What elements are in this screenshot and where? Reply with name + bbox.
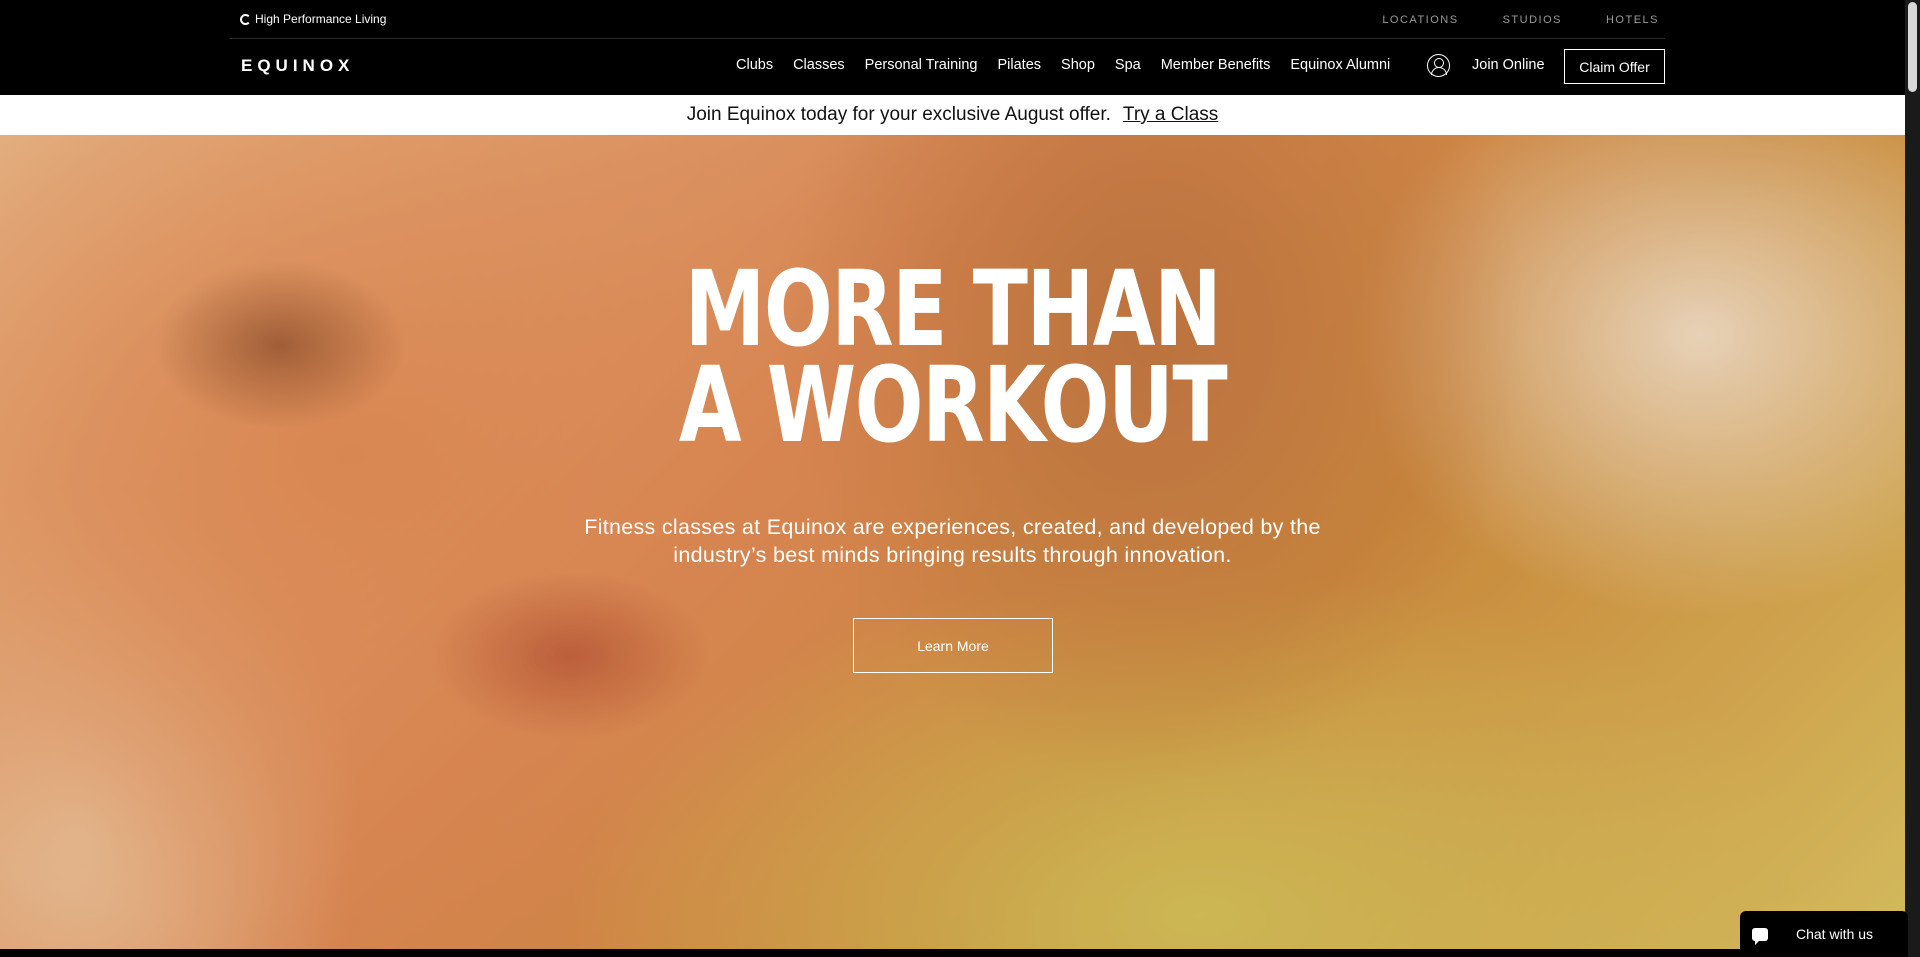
hero-title-line-1: MORE THAN	[684, 248, 1222, 370]
try-a-class-link[interactable]: Try a Class	[1123, 104, 1218, 126]
circle-logo-icon	[240, 13, 251, 25]
main-nav: EQUINOX Clubs Classes Personal Training …	[0, 39, 1905, 95]
hotels-link[interactable]: HOTELS	[1606, 14, 1659, 26]
scrollbar-thumb[interactable]	[1908, 2, 1917, 92]
promo-text: Join Equinox today for your exclusive Au…	[686, 104, 1111, 125]
nav-links: Clubs Classes Personal Training Pilates …	[736, 57, 1390, 73]
nav-item-pilates[interactable]: Pilates	[998, 57, 1042, 73]
studios-link[interactable]: STUDIOS	[1503, 14, 1562, 26]
hero-description: Fitness classes at Equinox are experienc…	[0, 513, 1905, 569]
nav-item-spa[interactable]: Spa	[1115, 57, 1141, 73]
utility-bar: High Performance Living LOCATIONS STUDIO…	[0, 0, 1905, 39]
utility-links: LOCATIONS STUDIOS HOTELS	[1382, 14, 1659, 26]
nav-item-personal-training[interactable]: Personal Training	[865, 57, 978, 73]
bottom-strip	[0, 949, 1905, 957]
hero-section: MORE THAN A WORKOUT Fitness classes at E…	[0, 135, 1905, 949]
hero-description-line-1: Fitness classes at Equinox are experienc…	[584, 515, 1321, 539]
tagline-text: High Performance Living	[255, 12, 387, 26]
tagline[interactable]: High Performance Living	[240, 12, 386, 26]
nav-item-clubs[interactable]: Clubs	[736, 57, 773, 73]
learn-more-button[interactable]: Learn More	[853, 618, 1053, 673]
locations-link[interactable]: LOCATIONS	[1382, 14, 1458, 26]
nav-item-member-benefits[interactable]: Member Benefits	[1161, 57, 1271, 73]
hero-title: MORE THAN A WORKOUT	[210, 248, 1696, 466]
utility-bar-inner: High Performance Living LOCATIONS STUDIO…	[229, 0, 1665, 39]
chat-bubble-icon	[1752, 927, 1768, 945]
hero-description-line-2: industry’s best minds bringing results t…	[673, 543, 1232, 567]
hero-title-line-2: A WORKOUT	[678, 344, 1228, 466]
page-scrollbar[interactable]	[1905, 0, 1920, 957]
chat-widget-button[interactable]: Chat with us	[1740, 911, 1908, 957]
nav-item-classes[interactable]: Classes	[793, 57, 845, 73]
claim-offer-button[interactable]: Claim Offer	[1564, 49, 1665, 84]
join-online-link[interactable]: Join Online	[1472, 57, 1545, 73]
account-icon[interactable]	[1427, 54, 1450, 77]
chat-label: Chat with us	[1796, 926, 1874, 942]
promo-banner: Join Equinox today for your exclusive Au…	[0, 95, 1905, 135]
nav-item-equinox-alumni[interactable]: Equinox Alumni	[1290, 57, 1390, 73]
nav-item-shop[interactable]: Shop	[1061, 57, 1095, 73]
equinox-logo[interactable]: EQUINOX	[241, 56, 354, 76]
